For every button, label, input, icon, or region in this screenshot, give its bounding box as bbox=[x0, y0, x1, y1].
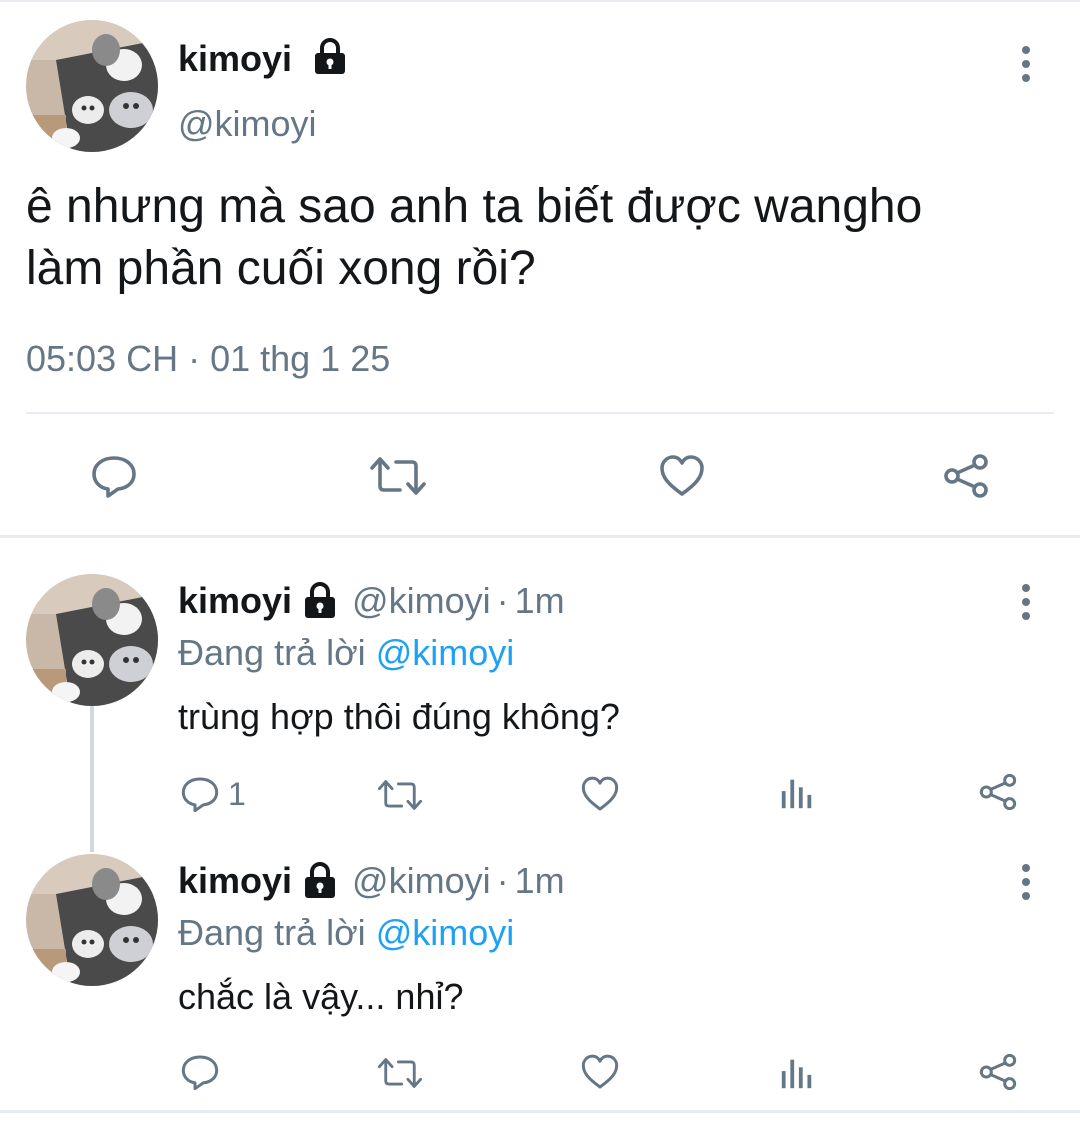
more-vertical-icon[interactable] bbox=[1014, 582, 1038, 622]
handle[interactable]: @kimoyi bbox=[352, 860, 491, 902]
replying-prefix: Đang trả lời bbox=[178, 912, 366, 953]
retweet-button[interactable] bbox=[368, 452, 428, 500]
replying-prefix: Đang trả lời bbox=[178, 632, 366, 673]
share-icon bbox=[978, 1052, 1018, 1092]
reply-icon bbox=[180, 774, 220, 814]
mention-link[interactable]: @kimoyi bbox=[376, 632, 515, 673]
display-name[interactable]: kimoyi bbox=[178, 38, 292, 79]
replying-to: Đang trả lời @kimoyi bbox=[178, 912, 514, 954]
main-display-name[interactable]: kimoyi bbox=[178, 38, 350, 80]
avatar[interactable] bbox=[26, 574, 158, 706]
reply-header: kimoyi @kimoyi · 1m bbox=[178, 580, 565, 622]
more-vertical-icon[interactable] bbox=[1014, 44, 1038, 84]
heart-icon bbox=[658, 452, 706, 500]
like-button[interactable] bbox=[580, 1052, 620, 1092]
retweet-button[interactable] bbox=[376, 776, 424, 814]
handle[interactable]: @kimoyi bbox=[352, 580, 491, 622]
retweet-icon bbox=[368, 452, 428, 500]
reply-time: 1m bbox=[514, 860, 565, 901]
lock-icon bbox=[310, 37, 350, 77]
reply-button[interactable] bbox=[90, 452, 138, 500]
share-icon bbox=[942, 452, 990, 500]
display-name[interactable]: kimoyi bbox=[178, 860, 292, 902]
lock-icon bbox=[300, 581, 340, 621]
reply-time: 1m bbox=[514, 580, 565, 621]
stats-icon bbox=[778, 1054, 816, 1092]
tweet-text-line: làm phần cuối xong rồi? bbox=[26, 242, 536, 295]
reply-button[interactable]: 1 bbox=[180, 774, 246, 814]
reply-icon bbox=[180, 1052, 220, 1092]
tweet-timestamp[interactable]: 05:03 CH · 01 thg 1 25 bbox=[26, 338, 390, 380]
separator: · bbox=[496, 860, 509, 901]
main-handle[interactable]: @kimoyi bbox=[178, 103, 317, 145]
retweet-icon bbox=[376, 776, 424, 814]
top-divider bbox=[0, 0, 1080, 2]
share-icon bbox=[978, 772, 1018, 812]
lock-icon bbox=[300, 861, 340, 901]
divider bbox=[0, 535, 1080, 538]
replying-to: Đang trả lời @kimoyi bbox=[178, 632, 514, 674]
stats-icon bbox=[778, 774, 816, 812]
avatar[interactable] bbox=[26, 20, 158, 152]
reply-count: 1 bbox=[228, 775, 246, 812]
divider bbox=[0, 1110, 1080, 1113]
stats-button[interactable] bbox=[778, 1054, 816, 1092]
retweet-icon bbox=[376, 1054, 424, 1092]
display-name[interactable]: kimoyi bbox=[178, 580, 292, 622]
retweet-button[interactable] bbox=[376, 1054, 424, 1092]
reply-button[interactable] bbox=[180, 1052, 228, 1092]
reply-header: kimoyi @kimoyi · 1m bbox=[178, 860, 565, 902]
share-button[interactable] bbox=[942, 452, 990, 500]
share-button[interactable] bbox=[978, 772, 1018, 812]
tweet-text-line: ê nhưng mà sao anh ta biết được wangho bbox=[26, 180, 923, 233]
mention-link[interactable]: @kimoyi bbox=[376, 912, 515, 953]
heart-icon bbox=[580, 774, 620, 814]
reply-text: trùng hợp thôi đúng không? bbox=[178, 696, 620, 737]
like-button[interactable] bbox=[658, 452, 706, 500]
separator: · bbox=[496, 580, 509, 621]
more-vertical-icon[interactable] bbox=[1014, 862, 1038, 902]
stats-button[interactable] bbox=[778, 774, 816, 812]
reply-text: chắc là vậy... nhỉ? bbox=[178, 976, 464, 1017]
tweet-text: ê nhưng mà sao anh ta biết được wangho l… bbox=[26, 176, 1056, 300]
avatar[interactable] bbox=[26, 854, 158, 986]
reply-icon bbox=[90, 452, 138, 500]
share-button[interactable] bbox=[978, 1052, 1018, 1092]
divider bbox=[26, 412, 1054, 414]
like-button[interactable] bbox=[580, 774, 620, 814]
thread-connector bbox=[90, 706, 94, 852]
heart-icon bbox=[580, 1052, 620, 1092]
